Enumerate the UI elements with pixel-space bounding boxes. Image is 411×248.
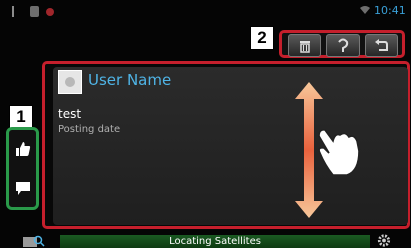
status-time: 10:41 [374, 4, 406, 17]
back-icon [375, 38, 389, 51]
side-action-bar [6, 127, 39, 210]
navigation-status: Locating Satellites [60, 235, 370, 248]
trash-icon [299, 40, 310, 53]
callout-badge-1: 1 [9, 105, 33, 129]
action-toolbar [279, 30, 405, 58]
avatar [58, 70, 82, 94]
gear-icon[interactable] [376, 233, 392, 248]
comment-icon [15, 181, 30, 195]
callout-badge-2: 2 [250, 26, 274, 50]
bottom-bar: Locating Satellites [0, 233, 411, 248]
back-button[interactable] [364, 34, 398, 57]
post-panel: User Name test Posting date [42, 61, 410, 229]
sd-card-icon [30, 6, 39, 17]
comment-button[interactable] [12, 177, 34, 199]
usb-icon [12, 6, 23, 17]
drag-up-down-hand-icon [295, 82, 360, 218]
post-item[interactable]: User Name test Posting date [53, 67, 408, 225]
record-icon [46, 8, 54, 16]
post-date: Posting date [58, 124, 121, 135]
wifi-icon [360, 6, 370, 14]
status-icons [12, 6, 54, 17]
reply-button[interactable] [326, 34, 360, 57]
search-icon[interactable] [23, 235, 45, 248]
delete-button[interactable] [288, 34, 322, 57]
thumbs-up-icon [15, 142, 30, 157]
status-bar: 10:41 [0, 0, 411, 24]
reply-icon [338, 38, 349, 52]
post-text: test [58, 107, 82, 121]
user-name: User Name [88, 71, 172, 89]
like-button[interactable] [12, 138, 34, 160]
